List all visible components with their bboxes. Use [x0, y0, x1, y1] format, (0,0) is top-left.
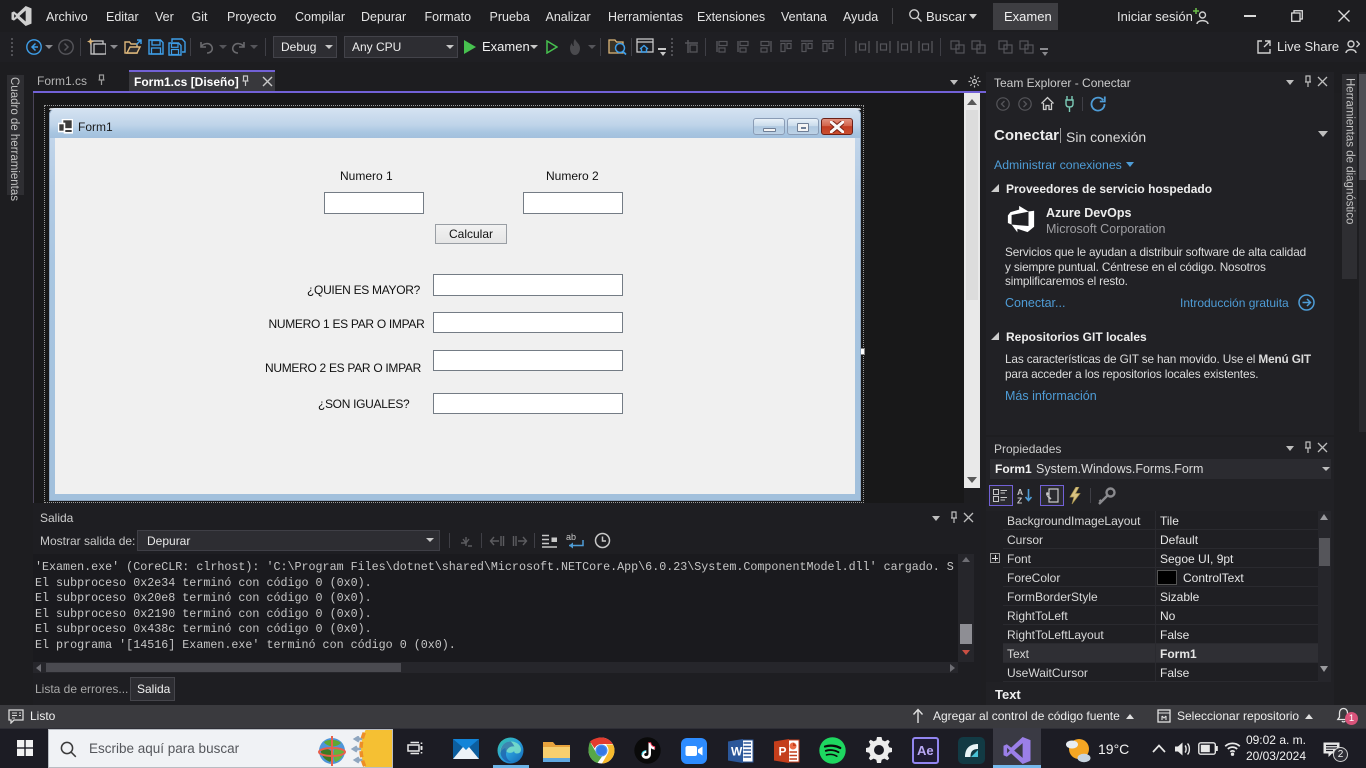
svg-text:W: W — [731, 745, 743, 759]
svg-text:Z: Z — [1017, 496, 1022, 505]
svg-text:P: P — [779, 745, 787, 759]
svg-text:ab: ab — [566, 532, 576, 542]
